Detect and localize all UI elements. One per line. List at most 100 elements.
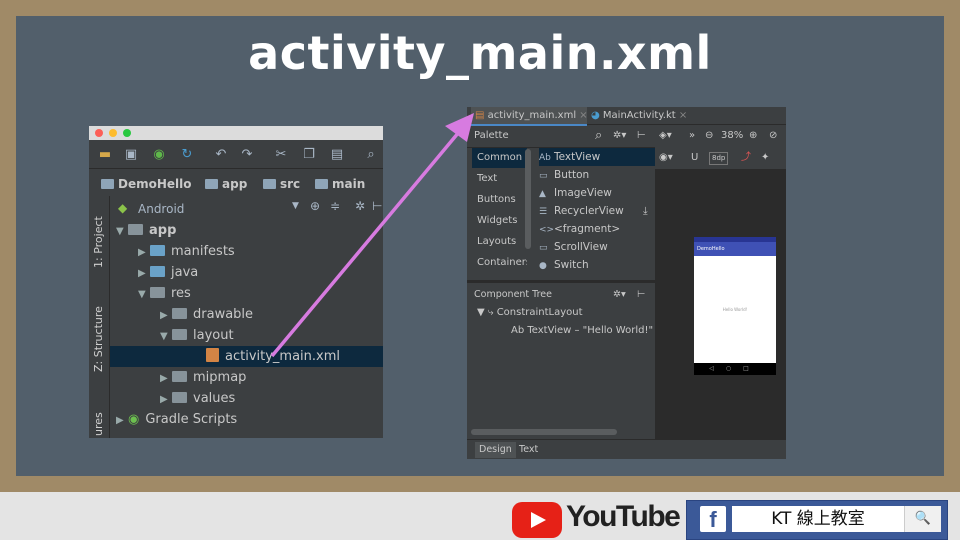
folder-icon <box>150 266 165 277</box>
expand-arrow-icon: ▼ <box>477 307 485 318</box>
tree-item-res[interactable]: ▼ res <box>110 283 383 304</box>
cut-icon[interactable]: ✂ <box>273 147 289 163</box>
breadcrumb-demohello[interactable]: DemoHello <box>101 177 192 191</box>
close-window-button[interactable] <box>95 129 103 137</box>
nav-bar: ◁○□ <box>694 363 776 375</box>
facebook-icon[interactable]: f <box>700 506 726 532</box>
component-tree-divider[interactable] <box>467 280 655 283</box>
open-folder-icon[interactable]: ▬ <box>97 147 113 163</box>
minimize-window-button[interactable] <box>109 129 117 137</box>
palette-scrollbar[interactable] <box>525 149 531 249</box>
palette-category-text[interactable]: Text <box>472 169 527 189</box>
tree-item-layout[interactable]: ▼ layout <box>110 325 383 346</box>
slide-title: activity_main.xml <box>248 26 712 80</box>
redo-icon[interactable]: ↷ <box>239 147 255 163</box>
component-tree-child[interactable]: Ab TextView – "Hello World!" <box>511 325 653 336</box>
device-preview[interactable]: DemoHello Hello World! ◁○□ <box>694 237 776 375</box>
tab-project[interactable]: 1: Project <box>92 200 105 268</box>
settings-gear-icon[interactable]: ✲▾ <box>613 125 626 147</box>
hide-pane-icon[interactable]: ⊢ <box>372 199 382 213</box>
palette-category-layouts[interactable]: Layouts <box>472 232 527 252</box>
hide-pane-icon[interactable]: ⊢ <box>637 125 646 147</box>
youtube-play-icon[interactable] <box>512 502 562 538</box>
palette-category-widgets[interactable]: Widgets <box>472 211 527 231</box>
kotlin-file-icon: ◕ <box>591 110 600 121</box>
palette-item-recyclerview[interactable]: ☰ RecyclerView ⤓ <box>539 202 655 220</box>
component-tree-root[interactable]: ▼ ⤷ ConstraintLayout <box>477 307 583 318</box>
paste-icon[interactable]: ▤ <box>329 147 345 163</box>
undo-icon[interactable]: ↶ <box>213 147 229 163</box>
tab-mainactivity-kt[interactable]: ◕ MainActivity.kt × <box>587 107 691 124</box>
facebook-page-name[interactable]: KT 線上教室 <box>732 506 904 532</box>
editor-mode-tabs: Design Text <box>467 439 786 459</box>
search-icon[interactable]: 🔍 <box>904 506 941 532</box>
view-mode-selector[interactable]: Android <box>138 202 184 216</box>
zoom-in-icon[interactable]: ⊕ <box>749 125 757 147</box>
folder-icon <box>172 392 187 403</box>
more-icon[interactable]: » <box>689 125 695 147</box>
gradle-icon: ◉ <box>128 412 140 427</box>
design-toolbar: ◈▾ » ⊖ 38% ⊕ ⊘ <box>655 125 786 147</box>
palette-item-scrollview[interactable]: ▭ ScrollView <box>539 238 655 256</box>
tab-structure[interactable]: Z: Structure <box>92 300 105 372</box>
project-window: ▬ ▣ ◉ ↻ ↶ ↷ ✂ ❐ ▤ ⌕ DemoHello app src ma… <box>89 126 383 438</box>
dropdown-arrow-icon[interactable]: ▼ <box>292 201 299 211</box>
folder-icon <box>101 179 114 189</box>
zoom-out-icon[interactable]: ⊖ <box>705 125 713 147</box>
tab-activity-main-xml[interactable]: ▤ activity_main.xml × <box>471 107 588 126</box>
palette-item-imageview[interactable]: ▲ ImageView <box>539 184 655 202</box>
breadcrumb-app[interactable]: app <box>205 177 247 191</box>
collapse-all-icon[interactable]: ≑ <box>330 199 340 213</box>
breadcrumb-main[interactable]: main <box>315 177 365 191</box>
palette-item-textview[interactable]: Ab TextView <box>539 148 655 166</box>
eye-icon[interactable]: ◉▾ <box>659 147 673 169</box>
refresh-icon[interactable]: ↻ <box>179 147 195 163</box>
breadcrumb-src[interactable]: src <box>263 177 300 191</box>
tree-item-mipmap[interactable]: ▶ mipmap <box>110 367 383 388</box>
settings-gear-icon[interactable]: ✲ <box>355 199 365 213</box>
settings-gear-icon[interactable]: ✲▾ <box>613 285 626 305</box>
constraint-layout-icon: ⤷ <box>487 307 494 318</box>
component-tree-header: Component Tree ✲▾ ⊢ <box>467 285 655 305</box>
palette-item-switch[interactable]: ● Switch <box>539 256 655 274</box>
palette-category-containers[interactable]: Containers <box>472 253 527 273</box>
maximize-window-button[interactable] <box>123 129 131 137</box>
download-icon[interactable]: ⤓ <box>643 202 648 220</box>
horizontal-scrollbar[interactable] <box>471 429 617 435</box>
layout-editor-window: ▤ activity_main.xml × ◕ MainActivity.kt … <box>467 107 786 459</box>
tree-item-drawable[interactable]: ▶ drawable <box>110 304 383 325</box>
find-icon[interactable]: ⌕ <box>363 147 379 163</box>
xml-file-icon <box>206 348 219 362</box>
scroll-from-source-icon[interactable]: ⊕ <box>310 199 320 213</box>
youtube-wordmark: YouTube <box>566 500 681 533</box>
close-tab-icon[interactable]: × <box>679 110 687 121</box>
tree-item-java[interactable]: ▶ java <box>110 262 383 283</box>
tab-text[interactable]: Text <box>515 442 542 458</box>
palette-category-buttons[interactable]: Buttons <box>472 190 527 210</box>
hide-pane-icon[interactable]: ⊢ <box>637 285 645 305</box>
layers-icon[interactable]: ◈▾ <box>659 125 672 147</box>
palette-item-button[interactable]: ▭ Button <box>539 166 655 184</box>
tree-item-gradle-scripts[interactable]: ▶ ◉ Gradle Scripts <box>110 409 383 430</box>
xml-file-icon: ▤ <box>475 110 485 121</box>
default-margin[interactable]: 8dp <box>709 152 729 165</box>
tree-item-manifests[interactable]: ▶ manifests <box>110 241 383 262</box>
tab-design[interactable]: Design <box>475 442 516 458</box>
tree-item-activity-main-xml[interactable]: activity_main.xml <box>110 346 383 367</box>
clear-constraints-icon[interactable]: ⤴ <box>741 147 751 169</box>
zoom-fit-icon[interactable]: ⊘ <box>769 125 777 147</box>
copy-icon[interactable]: ❐ <box>301 147 317 163</box>
hello-world-text: Hello World! <box>722 307 748 312</box>
tab-captures[interactable]: ures <box>92 406 105 436</box>
search-icon[interactable]: ⌕ <box>595 125 602 147</box>
tree-item-values[interactable]: ▶ values <box>110 388 383 409</box>
magnet-icon[interactable]: U <box>691 147 698 169</box>
tool-window-sidebar: 1: Project Z: Structure ures <box>89 196 110 438</box>
infer-constraints-icon[interactable]: ✦ <box>761 147 769 169</box>
palette-header: Palette ⌕ ✲▾ ⊢ <box>467 125 655 147</box>
tree-item-app[interactable]: ▼ app <box>110 220 383 241</box>
palette-item-fragment[interactable]: <><fragment> <box>539 220 655 238</box>
sync-icon[interactable]: ◉ <box>151 147 167 163</box>
save-icon[interactable]: ▣ <box>123 147 139 163</box>
palette-category-common[interactable]: Common <box>472 148 527 168</box>
